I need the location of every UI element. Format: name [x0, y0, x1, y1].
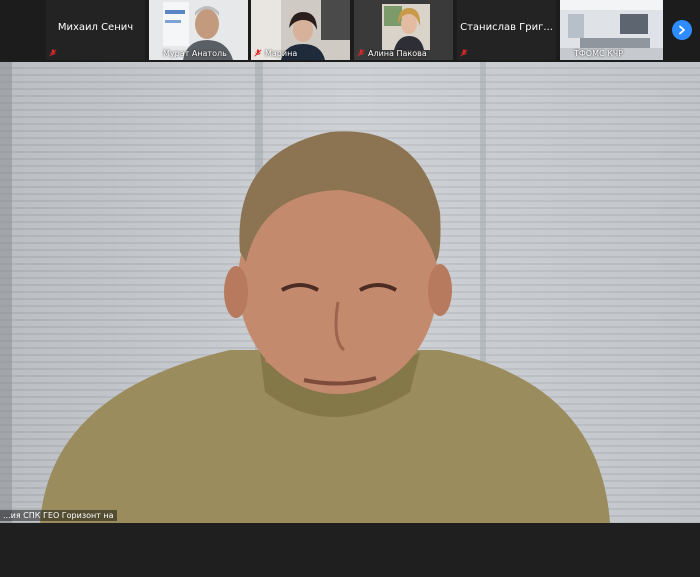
participant-tile[interactable]: Мурат Анатоль	[149, 0, 248, 60]
participant-name: Михаил Сенич	[57, 22, 134, 33]
speaker-video-frame	[0, 62, 700, 523]
participants-strip: Михаил Сенич Мурат Анатоль Марина Алина …	[0, 0, 700, 62]
next-page-button[interactable]	[672, 20, 692, 40]
microphone-muted-icon	[357, 49, 365, 57]
participant-name: ТФОМС КЧР	[574, 49, 624, 58]
active-speaker-video: ...ия СПК ГЕО Горизонт на	[0, 62, 700, 523]
meeting-toolbar	[0, 523, 700, 577]
microphone-muted-icon	[460, 49, 468, 57]
microphone-muted-icon	[49, 49, 57, 57]
participant-tile[interactable]: Марина	[251, 0, 350, 60]
participant-tile[interactable]: Алина Пакова	[354, 0, 453, 60]
microphone-muted-icon	[254, 49, 262, 57]
participant-name: Марина	[265, 49, 298, 58]
participant-name: Мурат Анатоль	[163, 49, 227, 58]
participant-tile[interactable]: ТФОМС КЧР	[560, 0, 663, 60]
chevron-right-icon	[679, 25, 685, 35]
participant-name: Алина Пакова	[368, 49, 427, 58]
participant-name: Станислав Григ...	[460, 22, 553, 33]
participant-tile[interactable]: Михаил Сенич	[46, 0, 145, 60]
participant-tile[interactable]: Станислав Григ...	[457, 0, 556, 60]
speaker-name-label: ...ия СПК ГЕО Горизонт на	[0, 510, 117, 521]
